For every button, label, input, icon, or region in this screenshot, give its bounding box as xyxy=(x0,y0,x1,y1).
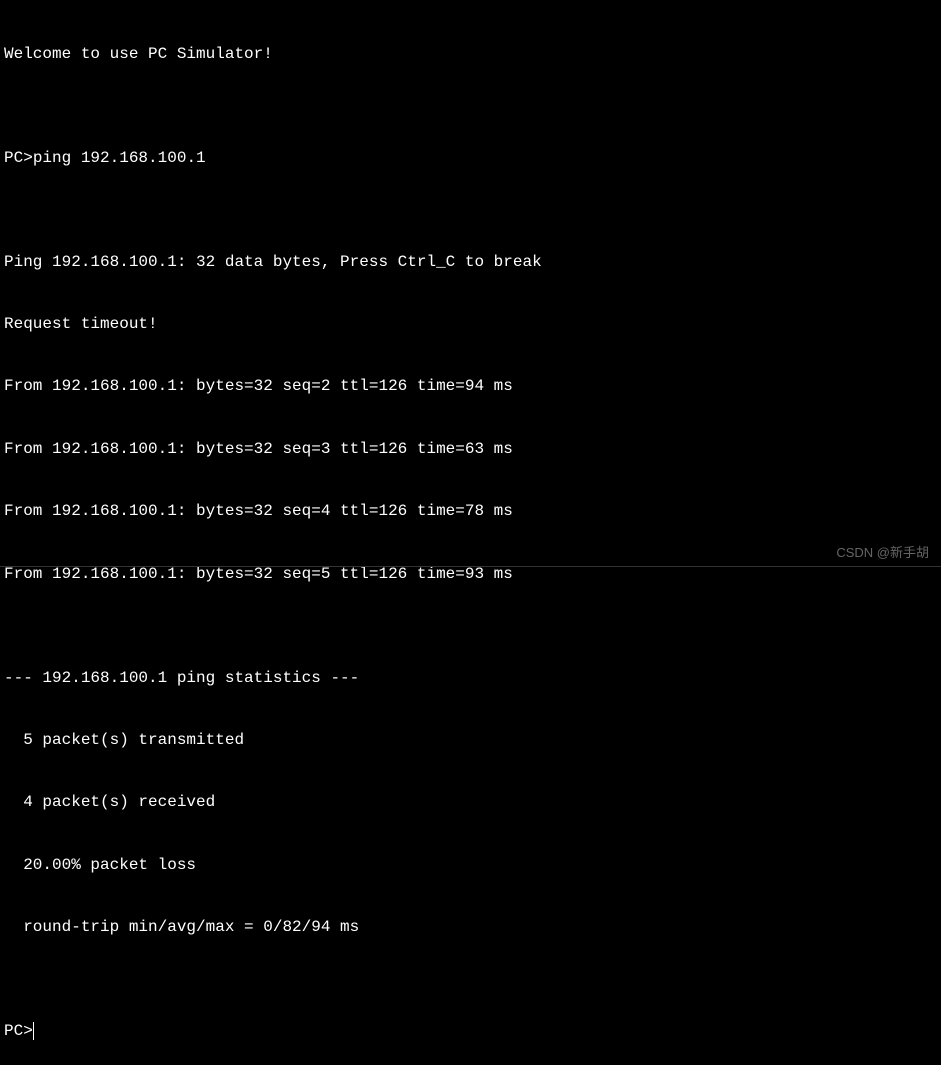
terminal-window[interactable]: Welcome to use PC Simulator! PC>ping 192… xyxy=(0,0,941,1065)
divider-line xyxy=(0,566,941,567)
stats-loss-line: 20.00% packet loss xyxy=(4,855,937,876)
ping-header-line: Ping 192.168.100.1: 32 data bytes, Press… xyxy=(4,252,937,273)
watermark-text: CSDN @新手胡 xyxy=(836,545,929,562)
prompt: PC> xyxy=(4,1021,33,1042)
prompt: PC> xyxy=(4,149,33,167)
stats-rtt-line: round-trip min/avg/max = 0/82/94 ms xyxy=(4,917,937,938)
timeout-line: Request timeout! xyxy=(4,314,937,335)
stats-tx-line: 5 packet(s) transmitted xyxy=(4,730,937,751)
stats-header-line: --- 192.168.100.1 ping statistics --- xyxy=(4,668,937,689)
stats-rx-line: 4 packet(s) received xyxy=(4,792,937,813)
cursor-icon xyxy=(33,1022,34,1040)
ping-reply-line: From 192.168.100.1: bytes=32 seq=3 ttl=1… xyxy=(4,439,937,460)
welcome-line: Welcome to use PC Simulator! xyxy=(4,44,937,65)
ping-reply-line: From 192.168.100.1: bytes=32 seq=2 ttl=1… xyxy=(4,376,937,397)
command-line: PC>ping 192.168.100.1 xyxy=(4,148,937,169)
input-prompt-line[interactable]: PC> xyxy=(4,1021,937,1042)
ping-reply-line: From 192.168.100.1: bytes=32 seq=4 ttl=1… xyxy=(4,501,937,522)
command-text: ping 192.168.100.1 xyxy=(33,149,206,167)
